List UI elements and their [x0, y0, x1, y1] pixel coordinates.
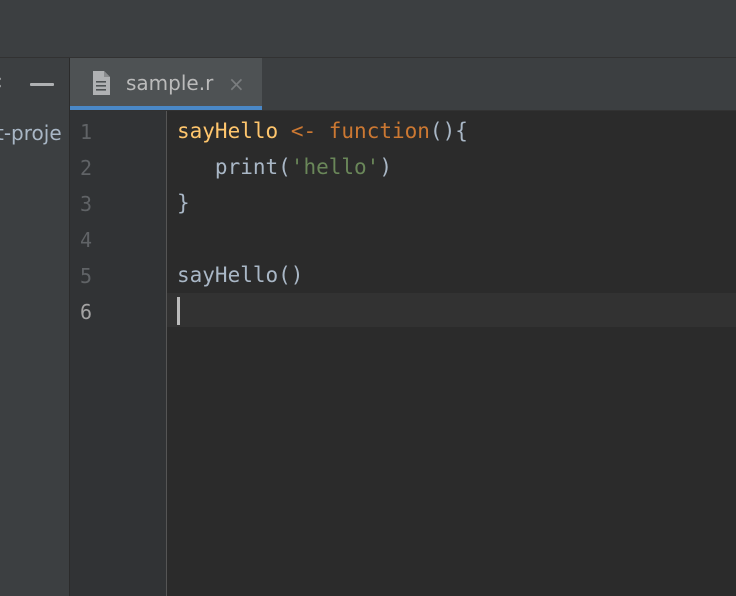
project-panel-header: ‹: [0, 58, 69, 110]
minimize-icon[interactable]: [30, 83, 54, 86]
collapse-icon[interactable]: ‹: [0, 71, 3, 95]
code-token: function: [328, 119, 430, 143]
project-tree-root[interactable]: t-proje: [0, 121, 62, 145]
project-panel: ‹ t-proje: [0, 58, 70, 596]
editor-tab-bar: sample.r ×: [70, 58, 736, 111]
title-bar: [0, 0, 736, 58]
file-icon: [93, 71, 110, 95]
code-line: }: [177, 185, 190, 221]
line-number: 5: [80, 264, 93, 288]
line-number: 2: [80, 156, 93, 180]
text-caret: [177, 297, 180, 325]
code-token: print(: [177, 155, 291, 179]
close-icon[interactable]: ×: [228, 74, 245, 94]
line-number: 4: [80, 228, 93, 252]
code-token: 'hello': [290, 155, 380, 179]
line-number: 1: [80, 120, 93, 144]
code-token: <-: [290, 119, 317, 143]
line-number-current: 6: [80, 300, 93, 324]
code-line: sayHello <- function(){: [177, 113, 468, 149]
code-token: }: [177, 191, 190, 215]
tab-sample-r[interactable]: sample.r ×: [70, 58, 262, 110]
line-number-gutter: 1 2 3 4 5 6: [70, 111, 167, 596]
code-token: ): [379, 155, 392, 179]
current-line-highlight: [167, 293, 736, 327]
code-token: (){: [429, 119, 468, 143]
tab-label: sample.r: [126, 71, 214, 95]
active-tab-indicator: [70, 106, 262, 110]
code-token: sayHello: [177, 119, 279, 143]
code-line: sayHello(): [177, 257, 303, 293]
code-line: print('hello'): [177, 149, 392, 185]
code-token: sayHello(): [177, 263, 304, 287]
code-editor[interactable]: sayHello <- function(){ print('hello')} s…: [167, 111, 736, 596]
line-number: 3: [80, 192, 93, 216]
